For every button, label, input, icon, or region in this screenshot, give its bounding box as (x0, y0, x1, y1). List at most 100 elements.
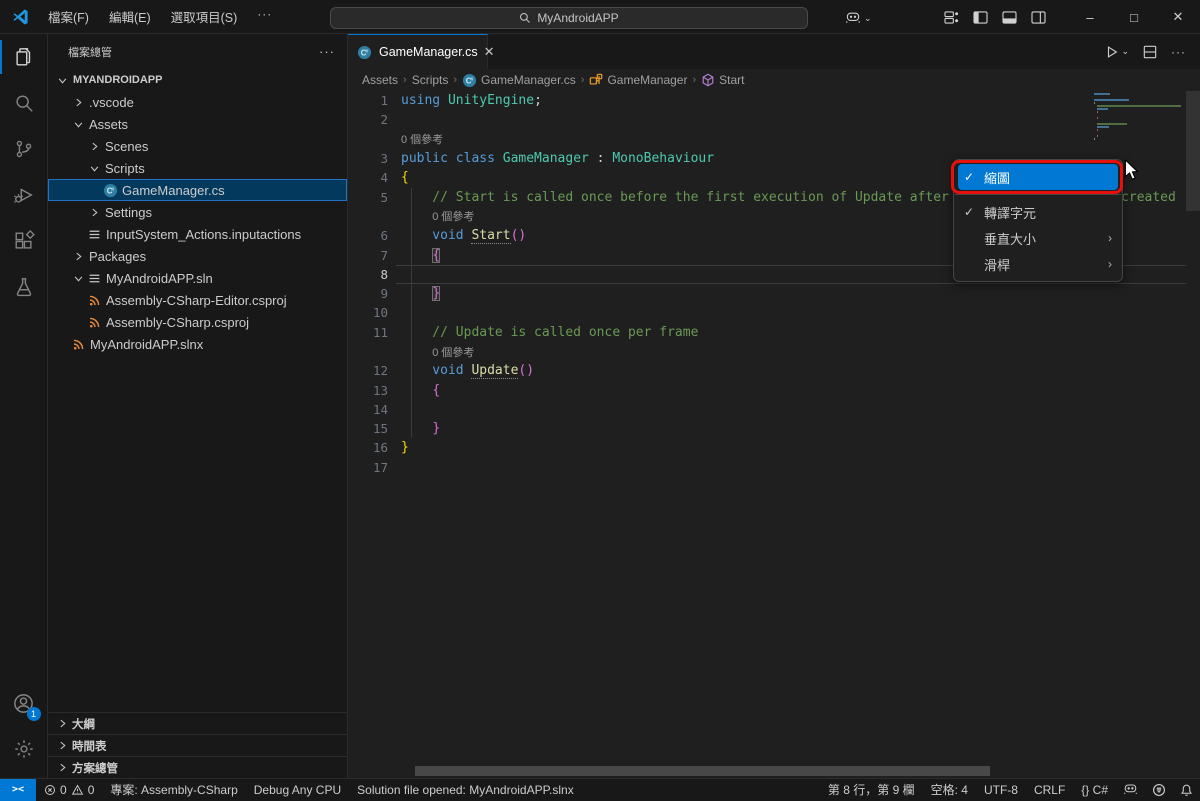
list-file-icon (86, 228, 103, 241)
encoding-indicator[interactable]: UTF-8 (976, 783, 1026, 797)
rss-file-icon (70, 338, 87, 351)
cursor-position-indicator[interactable]: 第 8 行，第 9 欄 (820, 781, 923, 798)
line-number: 5 (348, 190, 388, 205)
split-editor-icon[interactable] (1143, 45, 1157, 59)
breadcrumb-item-start[interactable]: Start (701, 73, 744, 87)
tab-bar: C# GameManager.cs ✕ ⌄ ··· (348, 34, 1200, 69)
menu-selection[interactable]: 選取項目(S) (163, 3, 246, 30)
explorer-more-actions-icon[interactable]: ··· (319, 44, 335, 59)
context-menu-item-滑桿[interactable]: 滑桿› (958, 251, 1118, 277)
menu-edit[interactable]: 編輯(E) (101, 3, 159, 30)
context-menu-item-縮圖[interactable]: ✓縮圖 (958, 164, 1118, 190)
explorer-icon[interactable] (0, 34, 48, 80)
tab-gamemanager[interactable]: C# GameManager.cs ✕ (348, 34, 488, 69)
menu-more[interactable]: ··· (249, 3, 280, 30)
customize-layout-icon[interactable] (944, 11, 959, 24)
line-number: 1 (348, 93, 388, 108)
codelens[interactable]: 0 個參考 (348, 342, 1200, 361)
breadcrumb-item-assets[interactable]: Assets (362, 73, 398, 87)
sidebar-section-大綱[interactable]: 大綱 (48, 712, 347, 734)
tree-item-scripts[interactable]: Scripts (48, 157, 347, 179)
sidebar-section-方案總管[interactable]: 方案總管 (48, 756, 347, 778)
tree-item-myandroidapp-sln[interactable]: MyAndroidAPP.sln (48, 267, 347, 289)
tree-item-gamemanager-cs[interactable]: C#GameManager.cs (48, 179, 347, 201)
tree-item-myandroidapp[interactable]: MYANDROIDAPP (48, 69, 347, 91)
horizontal-scrollbar[interactable] (415, 766, 990, 776)
status-bar: >< 0 0 專案: Assembly-CSharp Debug Any CPU… (0, 778, 1200, 800)
code-line-11: 11 // Update is called once per frame (348, 323, 1200, 342)
settings-icon[interactable] (0, 726, 48, 772)
activity-bar: 1 (0, 34, 48, 778)
toggle-panel-icon[interactable] (1002, 11, 1017, 24)
tree-item-assets[interactable]: Assets (48, 113, 347, 135)
vertical-scrollbar[interactable] (1186, 91, 1200, 211)
tree-item-label: Settings (105, 205, 152, 220)
account-icon[interactable]: 1 (0, 680, 48, 726)
problems-indicator[interactable]: 0 0 (36, 783, 102, 797)
remote-indicator[interactable]: >< (0, 779, 36, 801)
code-line-9: 9 } (348, 284, 1200, 303)
indentation-indicator[interactable]: 空格: 4 (923, 781, 976, 798)
run-button[interactable]: ⌄ (1105, 45, 1129, 59)
context-menu-item-轉譯字元[interactable]: ✓轉譯字元 (958, 199, 1118, 225)
project-indicator[interactable]: 專案: Assembly-CSharp (102, 781, 245, 798)
context-menu: ✓縮圖 ✓轉譯字元垂直大小›滑桿› (953, 159, 1123, 282)
tree-item-settings[interactable]: Settings (48, 201, 347, 223)
source-control-icon[interactable] (0, 126, 48, 172)
breadcrumb-item-gamemanager-cs[interactable]: C#GameManager.cs (462, 73, 576, 88)
chevron-right-icon (54, 719, 70, 728)
breadcrumb-separator: › (453, 74, 457, 86)
copilot-status-icon[interactable] (1116, 783, 1145, 796)
tree-item-assembly-csharp-csproj[interactable]: Assembly-CSharp.csproj (48, 311, 347, 333)
command-center-search[interactable]: MyAndroidAPP (330, 7, 808, 29)
eol-indicator[interactable]: CRLF (1026, 783, 1073, 797)
codelens[interactable]: 0 個參考 (348, 130, 1200, 149)
breadcrumb-separator: › (403, 74, 407, 86)
tree-item-label: Assembly-CSharp.csproj (106, 315, 249, 330)
testing-icon[interactable] (0, 264, 48, 310)
context-menu-item-垂直大小[interactable]: 垂直大小› (958, 225, 1118, 251)
search-icon[interactable] (0, 80, 48, 126)
tab-close-icon[interactable]: ✕ (484, 44, 495, 60)
line-number: 4 (348, 170, 388, 185)
code-line-1: 1using UnityEngine; (348, 91, 1200, 110)
tree-item-assembly-csharp-editor-csproj[interactable]: Assembly-CSharp-Editor.csproj (48, 289, 347, 311)
tree-item-packages[interactable]: Packages (48, 245, 347, 267)
sidebar-section-時間表[interactable]: 時間表 (48, 734, 347, 756)
tree-item-scenes[interactable]: Scenes (48, 135, 347, 157)
notifications-bell-icon[interactable] (1173, 783, 1200, 797)
submenu-chevron-icon: › (1108, 257, 1112, 271)
line-number: 8 (348, 267, 388, 282)
window-maximize-button[interactable]: □ (1112, 0, 1156, 34)
menu-bar: 檔案(F) 編輯(E) 選取項目(S) ··· (40, 3, 280, 30)
svg-text:#: # (365, 48, 368, 54)
feedback-icon[interactable] (1145, 783, 1173, 797)
breadcrumb-item-gamemanager[interactable]: GameManager (589, 73, 687, 87)
breadcrumb-item-scripts[interactable]: Scripts (412, 73, 449, 87)
code-line-2: 2 (348, 110, 1200, 129)
toggle-primary-sidebar-icon[interactable] (973, 11, 988, 24)
solution-status[interactable]: Solution file opened: MyAndroidAPP.slnx (349, 783, 582, 797)
menu-file[interactable]: 檔案(F) (40, 3, 97, 30)
tree-item-label: MyAndroidAPP.slnx (90, 337, 203, 352)
extensions-icon[interactable] (0, 218, 48, 264)
window-close-button[interactable]: ✕ (1156, 0, 1200, 34)
line-number: 3 (348, 151, 388, 166)
tree-item-inputsystem-actions-inputactions[interactable]: InputSystem_Actions.inputactions (48, 223, 347, 245)
toggle-secondary-sidebar-icon[interactable] (1031, 11, 1046, 24)
checkmark-icon: ✓ (964, 205, 984, 219)
copilot-button[interactable]: ⌄ (845, 7, 872, 29)
run-icon (1105, 45, 1119, 59)
tree-item-myandroidapp-slnx[interactable]: MyAndroidAPP.slnx (48, 333, 347, 355)
editor-more-actions-icon[interactable]: ··· (1171, 45, 1186, 59)
code-line-12: 12 void Update() (348, 361, 1200, 380)
run-debug-icon[interactable] (0, 172, 48, 218)
language-mode-indicator[interactable]: {} C# (1073, 783, 1116, 797)
build-config-indicator[interactable]: Debug Any CPU (246, 783, 349, 797)
csharp-file-icon: C# (102, 183, 119, 198)
run-dropdown-chevron-icon[interactable]: ⌄ (1121, 46, 1129, 57)
minimap[interactable] (1094, 93, 1184, 144)
window-minimize-button[interactable]: – (1068, 0, 1112, 34)
error-icon (44, 784, 56, 796)
tree-item--vscode[interactable]: .vscode (48, 91, 347, 113)
